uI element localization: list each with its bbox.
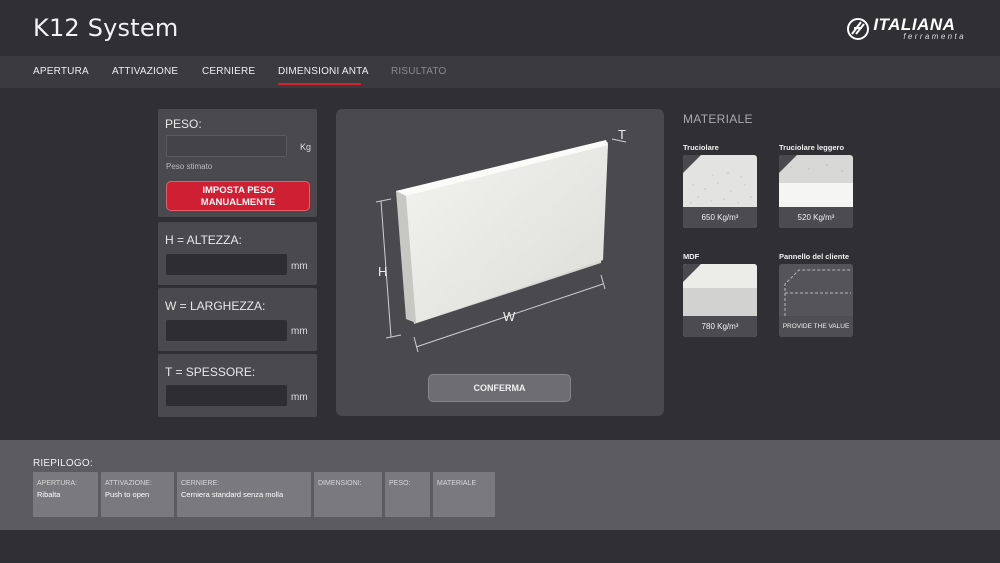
summary-cerniere: CERNIERE: Cerniera standard senza molla: [177, 472, 311, 517]
brand-subtitle: ferramenta: [903, 32, 966, 41]
thickness-dimension-label: T: [618, 127, 626, 142]
altezza-text: = ALTEZZA:: [173, 233, 242, 247]
brand-name: ITALIANA: [873, 15, 956, 34]
material-name-truciolare-leggero: Truciolare leggero: [779, 143, 845, 152]
peso-unit: Kg: [300, 142, 312, 152]
larghezza-label: W = LARGHEZZA:: [165, 299, 265, 313]
set-weight-button-line1: IMPOSTA PESO: [202, 185, 274, 196]
summary-materiale: MATERIALE: [433, 472, 495, 517]
summary-apertura-label: APERTURA:: [37, 480, 77, 487]
door-diagram-panel: H W T: [336, 109, 664, 416]
summary-title: RIEPILOGO:: [33, 458, 93, 469]
peso-input[interactable]: [166, 135, 287, 157]
summary-cerniere-value: Cerniera standard senza molla: [181, 490, 284, 499]
material-card-mdf[interactable]: 780 Kg/m³: [683, 264, 757, 337]
brand-emblem-icon: [847, 17, 870, 40]
material-card-truciolare[interactable]: 650 Kg/m³: [683, 155, 757, 228]
door-panel-diagram: H W T: [375, 127, 627, 353]
brand-logo: ITALIANA ferramenta: [846, 16, 966, 41]
tab-cerniere[interactable]: CERNIERE: [202, 66, 255, 77]
summary-attivazione: ATTIVAZIONE: Push to open: [101, 472, 174, 517]
material-value-truciolare-leggero: 520 Kg/m³: [779, 207, 853, 228]
tab-attivazione[interactable]: ATTIVAZIONE: [112, 66, 178, 77]
summary-cerniere-label: CERNIERE:: [181, 480, 220, 487]
larghezza-input[interactable]: [166, 320, 287, 341]
peso-note: Peso stimato: [166, 162, 213, 171]
app-header: K12 System ITALIANA ferramenta: [0, 0, 1000, 56]
peso-label: PESO:: [165, 117, 202, 131]
active-tab-indicator: [278, 83, 361, 85]
altezza-unit: mm: [291, 261, 308, 272]
material-name-truciolare: Truciolare: [683, 143, 719, 152]
height-dimension-label: H: [378, 264, 387, 279]
material-value-pannello-cliente: PROVIDE THE VALUE: [779, 316, 853, 337]
summary-peso-label: PESO:: [389, 480, 411, 487]
summary-materiale-label: MATERIALE: [437, 480, 477, 487]
material-card-pannello-cliente[interactable]: PROVIDE THE VALUE: [779, 264, 853, 337]
summary-attivazione-label: ATTIVAZIONE:: [105, 480, 152, 487]
material-name-pannello-cliente: Pannello del cliente: [779, 252, 850, 261]
spessore-label: T = SPESSORE:: [165, 365, 255, 379]
step-nav: APERTURA ATTIVAZIONE CERNIERE DIMENSIONI…: [0, 56, 1000, 88]
width-dimension-label: W: [503, 309, 516, 324]
summary-apertura: APERTURA: Ribalta: [33, 472, 98, 517]
footer-bar: [0, 530, 1000, 563]
set-weight-button-line2: MANUALMENTE: [200, 197, 276, 208]
material-value-truciolare: 650 Kg/m³: [683, 207, 757, 228]
summary-attivazione-value: Push to open: [105, 490, 150, 499]
spessore-unit: mm: [291, 392, 308, 403]
materiale-title: MATERIALE: [683, 112, 753, 126]
summary-peso: PESO:: [385, 472, 430, 517]
set-weight-manually-button[interactable]: IMPOSTA PESO MANUALMENTE: [166, 181, 310, 211]
material-value-mdf: 780 Kg/m³: [683, 316, 757, 337]
larghezza-letter: W: [165, 299, 177, 313]
confirm-button[interactable]: CONFERMA: [428, 374, 571, 402]
summary-apertura-value: Ribalta: [37, 490, 61, 499]
material-card-truciolare-leggero[interactable]: 520 Kg/m³: [779, 155, 853, 228]
larghezza-unit: mm: [291, 326, 308, 337]
spessore-text: = SPESSORE:: [172, 365, 256, 379]
panel-face: [406, 145, 608, 323]
summary-dimensioni: DIMENSIONI:: [314, 472, 382, 517]
tab-apertura[interactable]: APERTURA: [33, 66, 89, 77]
tab-dimensioni-anta[interactable]: DIMENSIONI ANTA: [278, 66, 369, 77]
altezza-label: H = ALTEZZA:: [165, 233, 242, 247]
altezza-letter: H: [165, 233, 174, 247]
tab-risultato[interactable]: RISULTATO: [391, 66, 447, 77]
altezza-input[interactable]: [166, 254, 287, 275]
material-name-mdf: MDF: [683, 252, 700, 261]
app-title: K12 System: [33, 14, 179, 42]
summary-dimensioni-label: DIMENSIONI:: [318, 480, 362, 487]
larghezza-text: = LARGHEZZA:: [176, 299, 266, 313]
summary-bar: RIEPILOGO: APERTURA: Ribalta ATTIVAZIONE…: [0, 440, 1000, 530]
spessore-input[interactable]: [166, 385, 287, 406]
